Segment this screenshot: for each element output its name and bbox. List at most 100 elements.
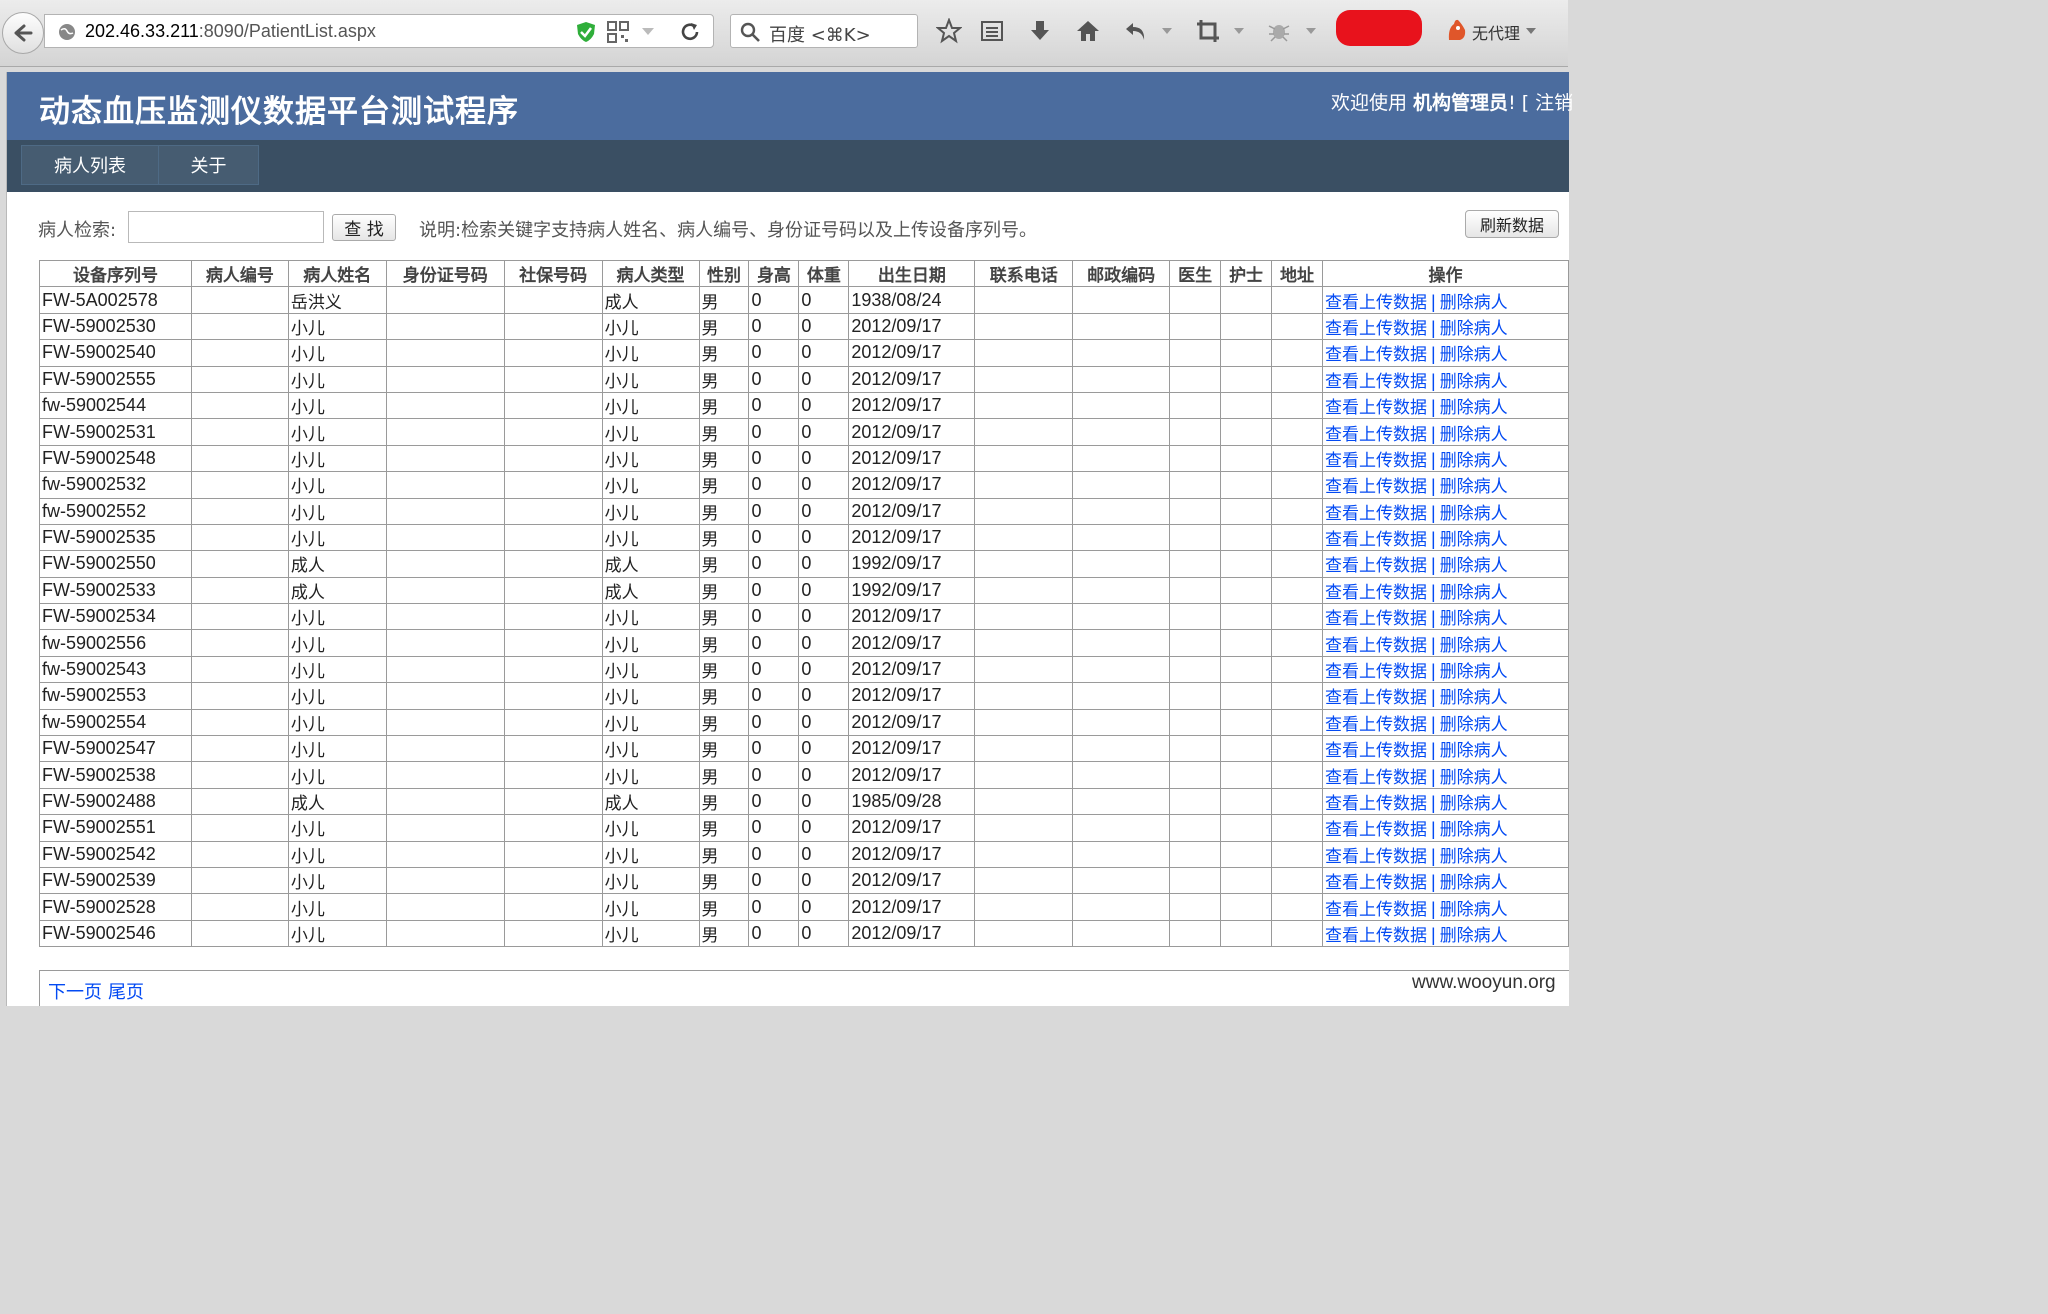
cell-doctor [1169,629,1222,657]
view-upload-data-link[interactable]: 查看上传数据 [1325,820,1427,840]
delete-patient-link[interactable]: 删除病人 [1440,425,1508,445]
view-upload-data-link[interactable]: 查看上传数据 [1325,926,1427,946]
view-upload-data-link[interactable]: 查看上传数据 [1325,451,1427,471]
delete-patient-link[interactable]: 删除病人 [1440,900,1508,920]
back-button[interactable] [2,12,44,54]
cell-idcard [385,497,505,525]
view-upload-data-link[interactable]: 查看上传数据 [1325,900,1427,920]
table-row: fw-59002544 小儿 小儿男 0 0 2012/09/17 查看上传数据 | 删除病人 [39,391,1569,420]
view-upload-data-link[interactable]: 查看上传数据 [1325,688,1427,708]
last-page-link[interactable]: 尾页 [108,978,144,1004]
delete-patient-link[interactable]: 删除病人 [1440,794,1508,814]
delete-patient-link[interactable]: 删除病人 [1440,873,1508,893]
cell-idcard [385,603,505,631]
download-icon[interactable] [1027,18,1053,44]
qr-code-icon[interactable] [607,21,629,43]
delete-patient-link[interactable]: 删除病人 [1440,372,1508,392]
view-upload-data-link[interactable]: 查看上传数据 [1325,662,1427,682]
proxy-fox-icon[interactable] [1446,18,1468,42]
view-upload-data-link[interactable]: 查看上传数据 [1325,873,1427,893]
view-upload-data-link[interactable]: 查看上传数据 [1325,715,1427,735]
view-upload-data-link[interactable]: 查看上传数据 [1325,847,1427,867]
delete-patient-link[interactable]: 删除病人 [1440,451,1508,471]
view-upload-data-link[interactable]: 查看上传数据 [1325,345,1427,365]
crop-screenshot-icon[interactable] [1195,18,1221,44]
cell-actions: 查看上传数据 | 删除病人 [1322,787,1569,816]
proxy-label[interactable]: 无代理 [1472,20,1520,44]
address-bar[interactable]: 202.46.33.211:8090/PatientList.aspx [44,14,714,48]
bookmarks-list-icon[interactable] [979,18,1005,44]
cell-dob: 2012/09/17 [848,365,976,393]
undo-dropdown-icon[interactable] [1160,18,1174,44]
cell-dob: 2012/09/17 [848,391,976,420]
delete-patient-link[interactable]: 删除病人 [1440,662,1508,682]
view-upload-data-link[interactable]: 查看上传数据 [1325,319,1427,339]
delete-patient-link[interactable]: 删除病人 [1440,477,1508,497]
view-upload-data-link[interactable]: 查看上传数据 [1325,768,1427,788]
cell-dob: 2012/09/17 [848,497,976,525]
patient-search-input[interactable] [128,211,324,243]
view-upload-data-link[interactable]: 查看上传数据 [1325,293,1427,313]
delete-patient-link[interactable]: 删除病人 [1440,926,1508,946]
view-upload-data-link[interactable]: 查看上传数据 [1325,794,1427,814]
crop-dropdown-icon[interactable] [1232,18,1246,44]
cell-height: 0 [748,840,800,868]
logout-link[interactable]: ! [ 注销 [1508,92,1573,114]
delete-patient-link[interactable]: 删除病人 [1440,609,1508,629]
reload-icon[interactable] [679,21,701,43]
delete-patient-link[interactable]: 删除病人 [1440,319,1508,339]
delete-patient-link[interactable]: 删除病人 [1440,530,1508,550]
delete-patient-link[interactable]: 删除病人 [1440,741,1508,761]
cell-actions: 查看上传数据 | 删除病人 [1322,761,1569,789]
proxy-dropdown-icon[interactable] [1525,27,1537,35]
undo-icon[interactable] [1123,18,1149,44]
cell-zip [1072,365,1171,393]
delete-patient-link[interactable]: 删除病人 [1440,688,1508,708]
delete-patient-link[interactable]: 删除病人 [1440,583,1508,603]
view-upload-data-link[interactable]: 查看上传数据 [1325,477,1427,497]
delete-patient-link[interactable]: 删除病人 [1440,504,1508,524]
browser-search-box[interactable]: 百度 <⌘K> [730,14,918,48]
delete-patient-link[interactable]: 删除病人 [1440,768,1508,788]
cell-dob: 2012/09/17 [848,418,976,446]
view-upload-data-link[interactable]: 查看上传数据 [1325,530,1427,550]
dropdown-arrow-icon[interactable] [641,27,655,37]
cell-type: 小儿 [601,893,700,921]
nav-item-about[interactable]: 关于 [158,145,259,185]
column-header: 病人姓名 [287,259,387,288]
view-upload-data-link[interactable]: 查看上传数据 [1325,398,1427,418]
cell-serial: fw-59002553 [39,682,192,710]
delete-patient-link[interactable]: 删除病人 [1440,820,1508,840]
search-button[interactable]: 查 找 [332,214,396,241]
view-upload-data-link[interactable]: 查看上传数据 [1325,504,1427,524]
delete-patient-link[interactable]: 删除病人 [1440,556,1508,576]
view-upload-data-link[interactable]: 查看上传数据 [1325,741,1427,761]
delete-patient-link[interactable]: 删除病人 [1440,398,1508,418]
cell-sex: 男 [698,735,750,763]
patient-search-label: 病人检索: [38,220,117,241]
table-row: FW-59002547 小儿 小儿男 0 0 2012/09/17 查看上传数据 | 删除病人 [39,735,1569,763]
cell-zip [1072,312,1171,341]
delete-patient-link[interactable]: 删除病人 [1440,345,1508,365]
view-upload-data-link[interactable]: 查看上传数据 [1325,372,1427,392]
home-icon[interactable] [1075,18,1101,44]
view-upload-data-link[interactable]: 查看上传数据 [1325,583,1427,603]
column-header: 性别 [698,259,750,288]
view-upload-data-link[interactable]: 查看上传数据 [1325,636,1427,656]
view-upload-data-link[interactable]: 查看上传数据 [1325,609,1427,629]
next-page-link[interactable]: 下一页 [48,978,102,1004]
delete-patient-link[interactable]: 删除病人 [1440,847,1508,867]
shield-icon[interactable] [575,21,597,43]
bug-icon[interactable] [1266,18,1292,44]
nav-item-patient-list[interactable]: 病人列表 [21,145,159,185]
action-separator: | [1431,291,1436,312]
refresh-data-button[interactable]: 刷新数据 [1465,210,1559,238]
view-upload-data-link[interactable]: 查看上传数据 [1325,556,1427,576]
delete-patient-link[interactable]: 删除病人 [1440,293,1508,313]
cell-doctor [1169,761,1222,789]
delete-patient-link[interactable]: 删除病人 [1440,636,1508,656]
view-upload-data-link[interactable]: 查看上传数据 [1325,425,1427,445]
bug-dropdown-icon[interactable] [1304,18,1318,44]
delete-patient-link[interactable]: 删除病人 [1440,715,1508,735]
bookmark-star-icon[interactable] [936,18,962,44]
